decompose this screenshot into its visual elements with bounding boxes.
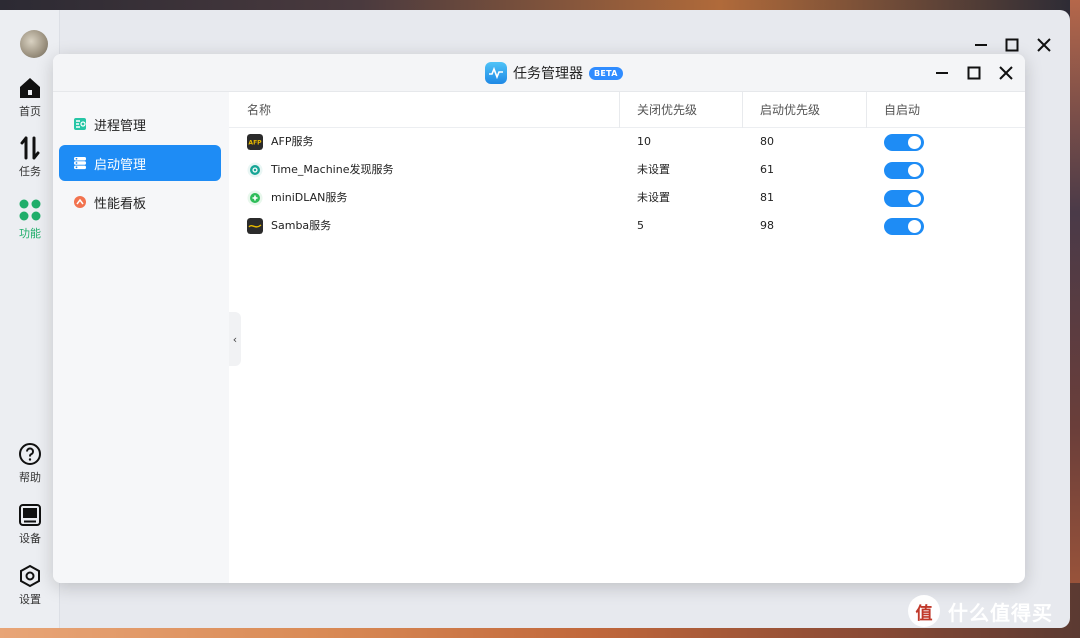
sidebar-item-label: 进程管理 (94, 118, 147, 134)
startup-priority: 81 (760, 191, 774, 204)
service-name: Time_Machine发现服务 (271, 163, 394, 176)
service-name: miniDLAN服务 (271, 191, 348, 204)
autostart-toggle[interactable] (884, 190, 924, 207)
column-divider (742, 92, 743, 128)
table-row[interactable]: AFP AFP服务 10 80 (229, 128, 1025, 156)
shutdown-priority: 未设置 (637, 163, 670, 176)
table-header: 名称 关闭优先级 启动优先级 自启动 (229, 92, 1025, 128)
home-icon (20, 78, 40, 98)
autostart-toggle[interactable] (884, 218, 924, 235)
dock-label: 设置 (19, 593, 41, 606)
avatar[interactable] (20, 30, 48, 58)
wallpaper-right (1070, 0, 1080, 638)
window-minimize-button[interactable] (933, 64, 951, 82)
samba-icon (247, 218, 263, 234)
beta-badge: BETA (589, 66, 623, 80)
dock-label: 首页 (19, 105, 41, 118)
dock-item-device[interactable]: 设备 (0, 503, 60, 546)
table-row[interactable]: Time_Machine发现服务 未设置 61 (229, 156, 1025, 184)
shutdown-priority: 未设置 (637, 191, 670, 204)
app-title-group: 任务管理器 BETA (485, 62, 623, 84)
dock-item-settings[interactable]: 设置 (0, 564, 60, 607)
sidebar: 进程管理 启动管理 性能看板 (53, 92, 229, 583)
shutdown-priority: 10 (637, 135, 651, 148)
title-bar: 任务管理器 BETA (53, 54, 1025, 92)
task-manager-window: 任务管理器 BETA 进程管理 启动管理 性能看板 ‹ 名称 关闭优先级 启动优… (53, 54, 1025, 583)
sidebar-item-process[interactable]: 进程管理 (59, 106, 221, 142)
settings-icon (20, 564, 40, 588)
watermark: 值 什么值得买 (908, 594, 1053, 628)
sidebar-item-label: 性能看板 (94, 196, 147, 212)
task-manager-app-icon (485, 62, 507, 84)
close-icon[interactable] (1035, 36, 1053, 54)
column-header-name[interactable]: 名称 (247, 92, 271, 128)
dock-label: 功能 (19, 227, 41, 240)
autostart-toggle[interactable] (884, 162, 924, 179)
window-close-button[interactable] (997, 64, 1015, 82)
wallpaper-top (0, 0, 1080, 10)
shutdown-priority: 5 (637, 219, 644, 232)
column-divider (866, 92, 867, 128)
autostart-toggle[interactable] (884, 134, 924, 151)
minimize-icon[interactable] (972, 36, 990, 54)
dock-item-features[interactable]: 功能 (0, 198, 60, 241)
apps-grid-icon (19, 199, 41, 221)
maximize-icon[interactable] (1003, 36, 1021, 54)
sidebar-item-performance[interactable]: 性能看板 (59, 184, 221, 220)
column-header-shutdown-priority[interactable]: 关闭优先级 (637, 92, 697, 128)
column-header-autostart[interactable]: 自启动 (884, 92, 920, 128)
watermark-text: 什么值得买 (948, 600, 1053, 625)
dock-label: 帮助 (19, 471, 41, 484)
dock-label: 任务 (19, 165, 41, 178)
table-row[interactable]: Samba服务 5 98 (229, 212, 1025, 240)
pulse-icon (489, 67, 503, 79)
left-dock: 首页 任务 功能 帮助 设备 设置 (0, 10, 60, 628)
watermark-logo: 值 (908, 595, 940, 627)
column-divider (619, 92, 620, 128)
startup-icon (74, 157, 86, 170)
dock-item-help[interactable]: 帮助 (0, 442, 60, 485)
startup-table: 名称 关闭优先级 启动优先级 自启动 AFP AFP服务 10 80 Time_… (229, 92, 1025, 583)
device-icon (19, 504, 41, 526)
startup-priority: 61 (760, 163, 774, 176)
afp-icon: AFP (247, 134, 263, 150)
dlna-icon (247, 190, 263, 206)
process-icon (74, 118, 86, 130)
window-maximize-button[interactable] (965, 64, 983, 82)
column-header-startup-priority[interactable]: 启动优先级 (760, 92, 820, 128)
transfer-icon (20, 136, 40, 160)
performance-icon (74, 196, 86, 208)
svg-text:AFP: AFP (248, 140, 262, 147)
dock-label: 设备 (19, 532, 41, 545)
sidebar-item-label: 启动管理 (94, 157, 147, 173)
service-name: AFP服务 (271, 135, 314, 148)
service-name: Samba服务 (271, 219, 332, 232)
sidebar-item-startup[interactable]: 启动管理 (59, 145, 221, 181)
help-icon (19, 443, 41, 465)
startup-priority: 98 (760, 219, 774, 232)
time-machine-icon (247, 162, 263, 178)
window-title: 任务管理器 (513, 66, 583, 82)
dock-item-home[interactable]: 首页 (0, 76, 60, 119)
table-row[interactable]: miniDLAN服务 未设置 81 (229, 184, 1025, 212)
dock-item-tasks[interactable]: 任务 (0, 136, 60, 179)
startup-priority: 80 (760, 135, 774, 148)
